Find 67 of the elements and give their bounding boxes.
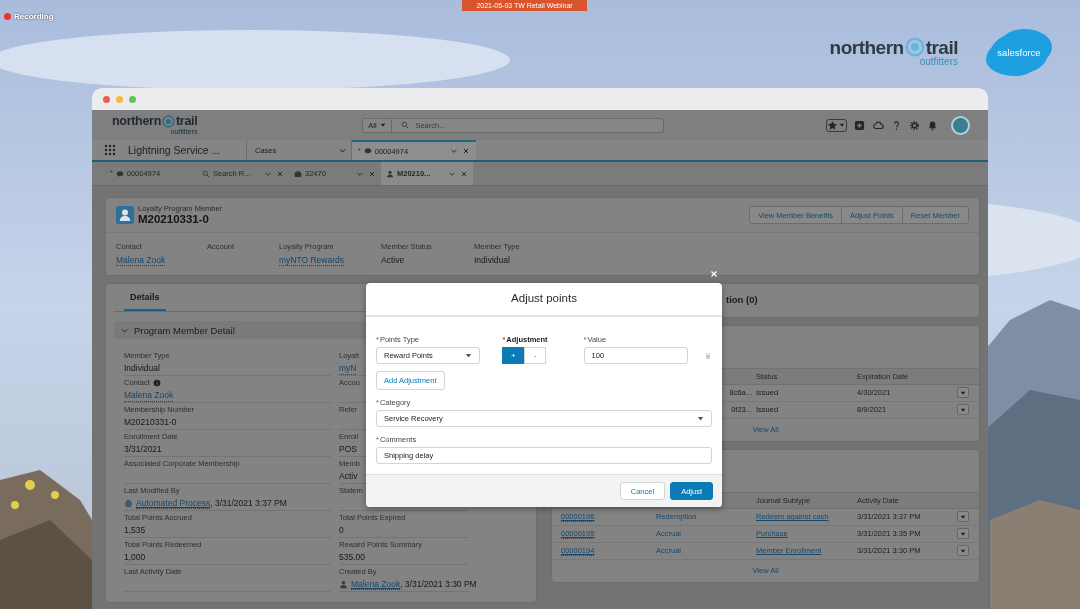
details-tab[interactable]: Details <box>124 283 166 312</box>
caret-icon <box>378 121 387 129</box>
caret-icon <box>696 414 705 423</box>
close-icon[interactable] <box>460 169 468 178</box>
toggle-button[interactable]: + <box>502 347 525 364</box>
field-value: 535.00 <box>339 552 365 563</box>
app-name: Lightning Service ... <box>128 142 222 158</box>
row-menu-button[interactable] <box>957 511 969 523</box>
field-link[interactable]: myNTO Rewards <box>279 254 345 266</box>
logo-tagline: outfitters <box>919 57 958 67</box>
record-name: M20210331-0 <box>138 213 210 227</box>
field-link[interactable]: Malena Zook <box>124 390 174 402</box>
close-icon[interactable] <box>276 169 284 178</box>
help-icon[interactable] <box>891 119 902 131</box>
briefcase-icon <box>294 169 302 178</box>
toggle-button[interactable]: - <box>524 347 547 364</box>
add-icon[interactable] <box>854 119 865 131</box>
cloud-icon[interactable] <box>872 119 884 131</box>
chevron-down-icon[interactable] <box>450 147 458 155</box>
related-list-title: tion (0) <box>726 294 758 306</box>
field-value: Individual <box>124 363 160 374</box>
recording-label: Recording <box>14 12 54 22</box>
close-icon <box>709 269 719 279</box>
row-menu-button[interactable] <box>957 387 969 399</box>
globe-icon <box>904 37 925 57</box>
logo-wordmark: northern <box>112 115 161 128</box>
search-icon <box>202 169 210 178</box>
field-link[interactable]: myN <box>339 363 357 375</box>
field-link[interactable]: Malena Zook <box>116 254 166 266</box>
close-icon[interactable] <box>462 147 470 155</box>
info-icon[interactable] <box>152 378 161 387</box>
field-value: 1,535 <box>124 525 146 536</box>
person-icon <box>386 169 394 178</box>
robot-avatar-icon <box>124 499 133 508</box>
notifications-icon[interactable] <box>927 119 938 131</box>
close-icon[interactable] <box>368 169 376 178</box>
close-window-button[interactable] <box>103 95 110 103</box>
field-value: Malena Zook, 3/31/2021 3:30 PM <box>351 579 477 590</box>
modal-title: Adjust points <box>366 283 722 317</box>
logo-wordmark: trail <box>925 37 958 57</box>
person-icon <box>116 206 134 225</box>
field-value: 0 <box>339 525 344 536</box>
settings-icon[interactable] <box>909 119 920 131</box>
chat-icon <box>115 169 124 178</box>
row-menu-button[interactable] <box>957 528 969 540</box>
field-value: 3/31/2021 <box>124 444 162 455</box>
close-button[interactable] <box>709 269 719 279</box>
search-icon <box>401 121 410 129</box>
logo-wordmark: northern <box>829 37 904 57</box>
field-value: 1,000 <box>124 552 146 563</box>
globe-icon <box>162 115 175 128</box>
field-value: M20210331-0 <box>124 417 177 428</box>
field-value: Automated Process, 3/31/2021 3:37 PM <box>136 498 287 509</box>
caret-icon <box>464 351 474 360</box>
user-avatar-icon[interactable] <box>951 115 970 135</box>
row-menu-button[interactable] <box>957 545 969 557</box>
row-menu-button[interactable] <box>957 404 969 416</box>
logo-wordmark: trail <box>176 115 198 128</box>
favorites-star-icon[interactable] <box>827 119 838 131</box>
field-value: Activ <box>339 471 358 482</box>
chat-icon <box>363 147 372 155</box>
recording-dot-icon <box>4 13 11 21</box>
user-avatar-icon <box>339 580 348 589</box>
app-launcher-icon[interactable] <box>104 144 116 156</box>
field-value: POS <box>339 444 357 455</box>
field-value: Active <box>381 254 405 265</box>
caret-icon[interactable] <box>838 121 846 129</box>
